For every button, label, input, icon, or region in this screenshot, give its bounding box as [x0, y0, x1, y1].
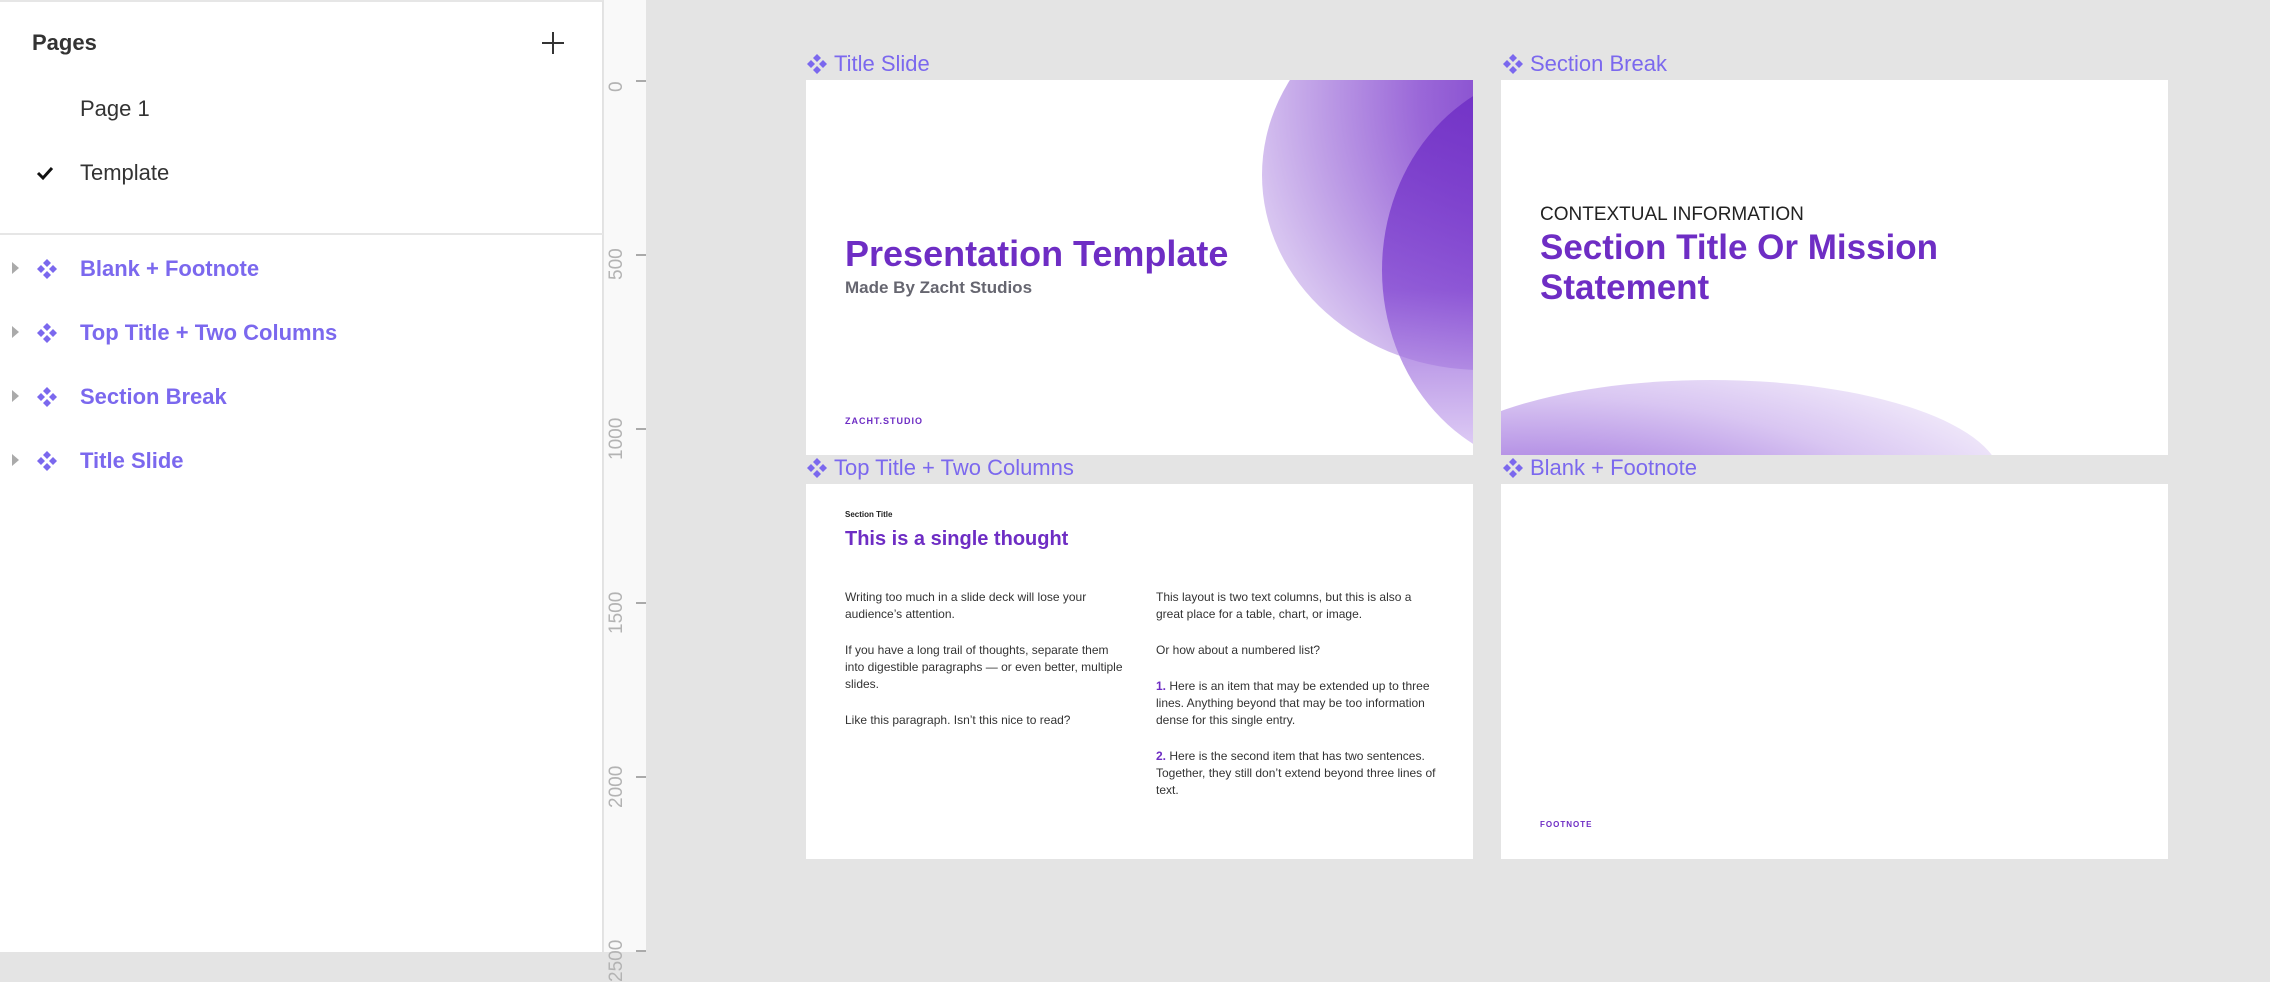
expand-caret-icon[interactable]: [12, 262, 19, 274]
slide-subtitle: Made By Zacht Studios: [845, 278, 1033, 297]
list-item: 1. Here is an item that may be extended …: [1156, 678, 1436, 729]
list-item: 2. Here is the second item that has two …: [1156, 748, 1436, 799]
frame-label-text: Section Break: [1530, 51, 1667, 76]
ruler-tick: [636, 776, 646, 778]
context-label: CONTEXTUAL INFORMATION: [1540, 204, 1804, 225]
page-label: Template: [80, 160, 170, 185]
list-text: Here is the second item that has two sen…: [1156, 749, 1436, 797]
expand-caret-icon[interactable]: [12, 454, 19, 466]
layer-label: Section Break: [80, 384, 227, 409]
ruler-label: 0: [606, 81, 627, 92]
gradient-wave: [1501, 380, 2001, 455]
component-icon: [1503, 54, 1523, 74]
component-icon: [1503, 458, 1523, 478]
page-label: Page 1: [80, 96, 150, 121]
ruler-label: 500: [606, 248, 627, 280]
layer-label: Blank + Footnote: [80, 256, 260, 281]
pages-header: Pages: [32, 30, 97, 55]
frame-label-text: Blank + Footnote: [1530, 455, 1697, 480]
list-number: 2.: [1156, 749, 1167, 763]
frame-label-text: Title Slide: [834, 51, 930, 76]
paragraph: Writing too much in a slide deck will lo…: [845, 590, 1087, 621]
slide-two-columns[interactable]: Section Title This is a single thought W…: [806, 484, 1473, 859]
layer-label: Title Slide: [80, 448, 184, 473]
frame-label-section-break[interactable]: Section Break: [1502, 51, 1667, 77]
list-text: Here is an item that may be extended up …: [1156, 679, 1430, 727]
slide-title-slide[interactable]: Presentation Template Made By Zacht Stud…: [806, 80, 1473, 455]
list-number: 1.: [1156, 679, 1167, 693]
ruler-tick: [636, 254, 646, 256]
section-label: Section Title: [845, 510, 893, 519]
component-icon: [37, 323, 57, 343]
component-icon: [807, 458, 827, 478]
ruler-label: 1000: [606, 417, 627, 460]
right-column: This layout is two text columns, but thi…: [1156, 589, 1436, 818]
page-item-template[interactable]: Template: [0, 152, 603, 192]
expand-caret-icon[interactable]: [12, 326, 19, 338]
paragraph: Or how about a numbered list?: [1156, 643, 1321, 657]
checkmark-icon: [36, 166, 54, 181]
frame-label-two-columns[interactable]: Top Title + Two Columns: [806, 455, 1074, 481]
layer-label: Top Title + Two Columns: [80, 320, 338, 345]
layer-blank-footnote[interactable]: Blank + Footnote: [0, 248, 603, 288]
layer-top-title-two-columns[interactable]: Top Title + Two Columns: [0, 312, 603, 352]
layer-title-slide[interactable]: Title Slide: [0, 440, 603, 480]
add-page-button[interactable]: [538, 28, 568, 58]
component-icon: [37, 387, 57, 407]
frame-label-title-slide[interactable]: Title Slide: [806, 51, 930, 77]
component-icon: [37, 451, 57, 471]
frame-label-text: Top Title + Two Columns: [834, 455, 1074, 480]
layer-section-break[interactable]: Section Break: [0, 376, 603, 416]
layers-panel: Pages Page 1 Template Blank + Footnote T…: [0, 0, 603, 952]
frame-label-blank-footnote[interactable]: Blank + Footnote: [1502, 455, 1697, 481]
ruler-tick: [636, 80, 646, 82]
paragraph: This layout is two text columns, but thi…: [1156, 590, 1412, 621]
footnote: FOOTNOTE: [1540, 820, 1593, 829]
ruler-label: 1500: [606, 591, 627, 634]
ruler-label: 2500: [606, 939, 627, 982]
slide-blank-footnote[interactable]: FOOTNOTE: [1501, 484, 2168, 859]
section-title: Section Title Or Mission Statement: [1540, 228, 1939, 307]
component-icon: [807, 54, 827, 74]
component-icon: [37, 259, 57, 279]
paragraph: If you have a long trail of thoughts, se…: [845, 643, 1123, 691]
paragraph: Like this paragraph. Isn’t this nice to …: [845, 713, 1071, 727]
slide-footer: ZACHT.STUDIO: [845, 416, 923, 426]
plus-icon: [542, 32, 564, 54]
expand-caret-icon[interactable]: [12, 390, 19, 402]
slide-title: Presentation Template: [845, 233, 1229, 274]
panel-divider: [0, 233, 603, 235]
ruler-tick: [636, 602, 646, 604]
vertical-ruler: 0 500 1000 1500 2000 2500: [604, 0, 646, 982]
ruler-tick: [636, 428, 646, 430]
slide-section-break[interactable]: CONTEXTUAL INFORMATION Section Title Or …: [1501, 80, 2168, 455]
slide-title: This is a single thought: [845, 528, 1069, 550]
left-column: Writing too much in a slide deck will lo…: [845, 589, 1125, 748]
ruler-label: 2000: [606, 765, 627, 808]
page-item-page-1[interactable]: Page 1: [0, 88, 603, 128]
